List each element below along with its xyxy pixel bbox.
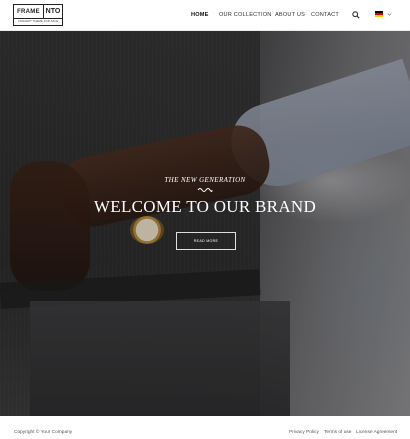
nav-our-collection[interactable]: OUR COLLECTION (219, 12, 272, 18)
language-selector[interactable] (375, 11, 392, 17)
footer-link-privacy-policy[interactable]: Privacy Policy (289, 430, 319, 435)
search-icon[interactable] (352, 11, 360, 19)
germany-flag-icon (375, 11, 383, 17)
hero-banner: THE NEW GENERATION WELCOME TO OUR BRAND … (0, 31, 410, 416)
nav-contact[interactable]: CONTACT (311, 12, 339, 18)
squiggle-divider-icon (197, 188, 213, 192)
site-footer: Copyright © Your Company Privacy Policy … (0, 416, 410, 439)
nav-about-us[interactable]: ABOUT US (275, 12, 305, 18)
hero-title: WELCOME TO OUR BRAND (93, 197, 317, 216)
logo-name: FRAME (14, 5, 44, 18)
read-more-button[interactable]: READ MORE (176, 232, 236, 250)
footer-link-terms-of-use[interactable]: Terms of use (324, 430, 351, 435)
hero-subtitle: THE NEW GENERATION (164, 176, 246, 184)
footer-link-license-agreement[interactable]: License Agreement (356, 430, 397, 435)
site-header: FRAME NTO CONCEPT THEME FOR SALE HOME OU… (0, 0, 410, 31)
copyright-text: Copyright © Your Company (14, 430, 73, 435)
logo-mark: NTO (45, 8, 61, 15)
chevron-down-icon (387, 12, 392, 16)
site-logo[interactable]: FRAME NTO CONCEPT THEME FOR SALE (13, 4, 63, 26)
nav-home[interactable]: HOME (191, 12, 209, 18)
logo-tagline: CONCEPT THEME FOR SALE (17, 20, 59, 23)
